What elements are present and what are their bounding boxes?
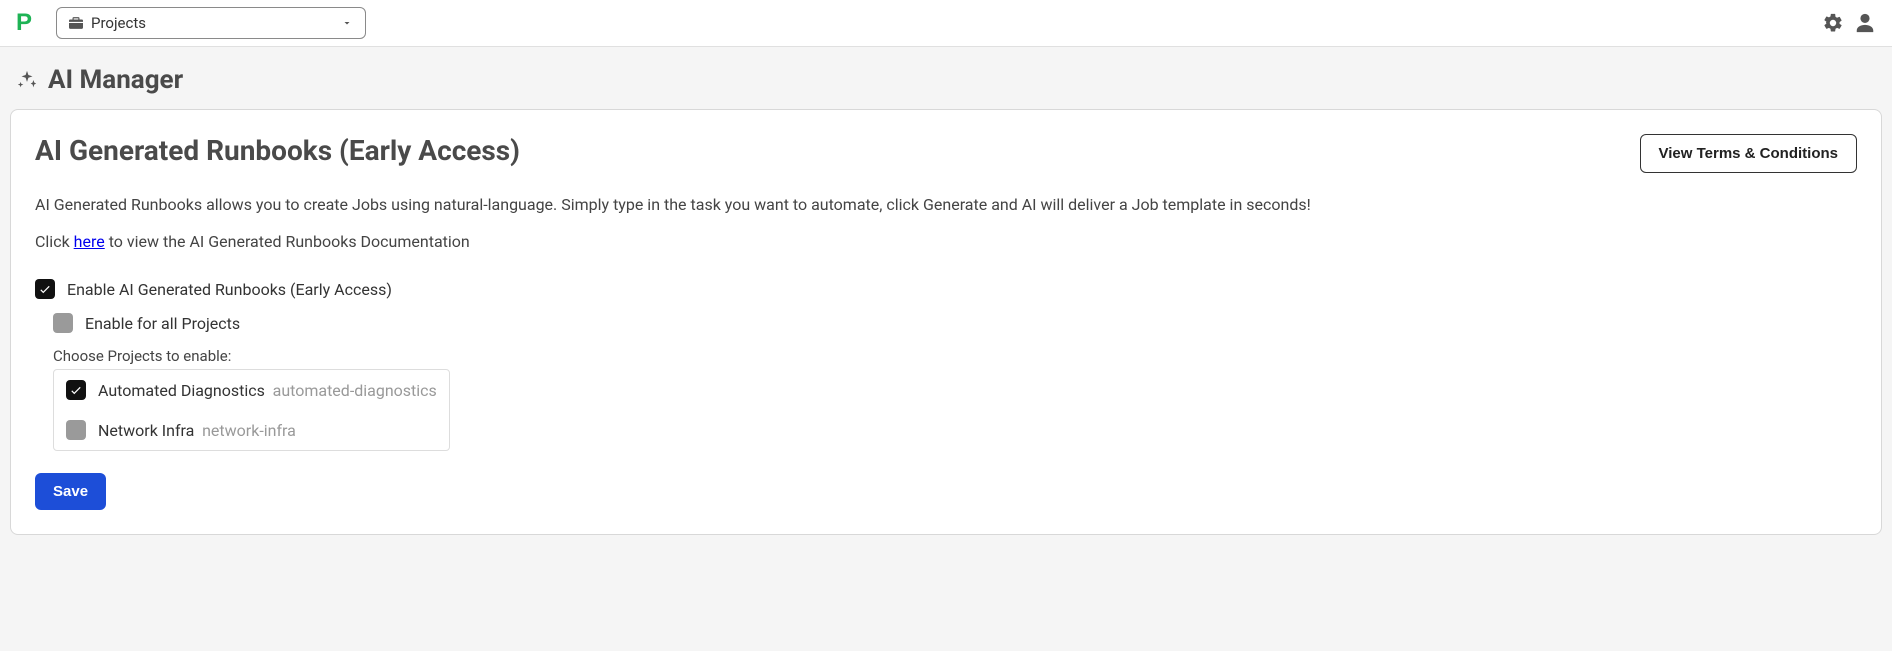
project-list: Automated Diagnostics automated-diagnost… <box>53 369 450 451</box>
project-checkbox-automated-diagnostics[interactable] <box>66 380 86 400</box>
enable-runbooks-row: Enable AI Generated Runbooks (Early Acce… <box>35 279 1857 299</box>
app-logo: P <box>16 9 32 37</box>
view-terms-button[interactable]: View Terms & Conditions <box>1640 134 1857 173</box>
enable-all-projects-row: Enable for all Projects <box>53 313 1857 333</box>
check-icon <box>38 282 52 296</box>
gear-icon[interactable] <box>1822 12 1844 34</box>
project-item: Network Infra network-infra <box>54 410 449 450</box>
enable-runbooks-checkbox[interactable] <box>35 279 55 299</box>
sparkle-icon <box>16 69 38 91</box>
page-header: AI Manager <box>0 47 1892 109</box>
enable-runbooks-label: Enable AI Generated Runbooks (Early Acce… <box>67 280 392 299</box>
topbar: P Projects <box>0 0 1892 47</box>
project-label: Automated Diagnostics automated-diagnost… <box>98 381 437 400</box>
project-name: Automated Diagnostics <box>98 381 265 400</box>
briefcase-icon <box>69 17 83 29</box>
save-button[interactable]: Save <box>35 473 106 510</box>
project-id: network-infra <box>202 421 296 440</box>
card-description: AI Generated Runbooks allows you to crea… <box>35 195 1857 214</box>
page-title: AI Manager <box>48 65 183 95</box>
card-title: AI Generated Runbooks (Early Access) <box>35 134 520 167</box>
docs-link[interactable]: here <box>74 232 105 251</box>
docs-suffix: to view the AI Generated Runbooks Docume… <box>105 232 470 251</box>
runbooks-card: AI Generated Runbooks (Early Access) Vie… <box>10 109 1882 535</box>
enable-all-projects-checkbox[interactable] <box>53 313 73 333</box>
user-icon[interactable] <box>1854 12 1876 34</box>
project-name: Network Infra <box>98 421 194 440</box>
docs-line: Click here to view the AI Generated Runb… <box>35 232 1857 251</box>
project-selector-label: Projects <box>91 14 146 32</box>
project-checkbox-network-infra[interactable] <box>66 420 86 440</box>
project-id: automated-diagnostics <box>273 381 437 400</box>
enable-all-projects-label: Enable for all Projects <box>85 314 240 333</box>
project-label: Network Infra network-infra <box>98 421 296 440</box>
check-icon <box>69 383 83 397</box>
project-selector[interactable]: Projects <box>56 7 366 39</box>
choose-projects-label: Choose Projects to enable: <box>53 347 1857 365</box>
chevron-down-icon <box>341 17 353 29</box>
docs-prefix: Click <box>35 232 74 251</box>
project-item: Automated Diagnostics automated-diagnost… <box>54 370 449 410</box>
